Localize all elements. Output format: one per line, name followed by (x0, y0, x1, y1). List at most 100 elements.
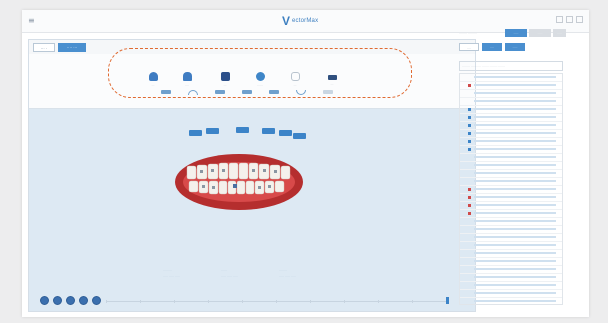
tool-bracket[interactable]: ··· (215, 72, 235, 87)
step-row[interactable] (460, 74, 562, 82)
step-row[interactable] (460, 234, 562, 242)
bell-icon (182, 72, 192, 81)
panel-button-primary[interactable]: ····· (505, 29, 527, 37)
step-bar (474, 292, 556, 294)
step-row[interactable] (460, 274, 562, 282)
step-bar (474, 156, 556, 158)
timeline-tick (174, 300, 175, 303)
step-row[interactable] (460, 298, 562, 304)
tab-second[interactable]: ···· ··· (58, 43, 86, 52)
view-front-icon[interactable] (161, 90, 171, 94)
close-icon[interactable] (576, 16, 583, 23)
step-bar (474, 180, 556, 182)
timeline-tick (310, 300, 311, 303)
step-bar (474, 124, 556, 126)
tool-label: ······ (257, 83, 263, 87)
ruler-icon (290, 72, 300, 81)
tooth-tag[interactable] (293, 133, 306, 139)
step-bar (474, 132, 556, 134)
step-row[interactable] (460, 282, 562, 290)
step-bar (474, 220, 556, 222)
view-reset-icon[interactable] (323, 90, 333, 94)
step-row[interactable] (460, 202, 562, 210)
step-row[interactable] (460, 122, 562, 130)
step-marker-icon (468, 140, 471, 143)
step-bar (474, 76, 556, 78)
tool-tooth-view[interactable]: ··· (143, 72, 163, 87)
view-bottom-icon[interactable] (296, 90, 306, 95)
maximize-icon[interactable] (566, 16, 573, 23)
step-bar (474, 244, 556, 246)
step-row[interactable] (460, 186, 562, 194)
step-row[interactable] (460, 242, 562, 250)
view-top-icon[interactable] (269, 90, 279, 94)
panel-tab[interactable]: ····· (505, 43, 525, 51)
playback-bar (28, 293, 476, 308)
minimize-icon[interactable] (556, 16, 563, 23)
step-row[interactable] (460, 258, 562, 266)
step-row[interactable] (460, 250, 562, 258)
menu-icon[interactable]: ≡ (28, 16, 35, 25)
play-icon[interactable] (66, 296, 75, 305)
step-row[interactable] (460, 130, 562, 138)
skip-back-icon[interactable] (40, 296, 49, 305)
step-bar (474, 236, 556, 238)
tool-bell[interactable]: ···· (177, 72, 197, 87)
timeline-track[interactable] (106, 300, 446, 303)
skip-forward-icon[interactable] (92, 296, 101, 305)
panel-button-disabled[interactable]: ····· (553, 29, 566, 37)
step-marker-icon (468, 212, 471, 215)
step-row[interactable] (460, 226, 562, 234)
panel-button-disabled[interactable]: ····· (529, 29, 551, 37)
tooth-tag[interactable] (189, 130, 202, 136)
steps-list[interactable] (459, 73, 563, 305)
step-row[interactable] (460, 178, 562, 186)
step-back-icon[interactable] (53, 296, 62, 305)
step-row[interactable] (460, 90, 562, 98)
info-legend: ········· ····· ····· ····· ······ ·····… (163, 268, 363, 288)
step-row[interactable] (460, 170, 562, 178)
steps-label: ········ ········· (459, 31, 477, 35)
step-bar (474, 276, 556, 278)
globe-icon (255, 72, 265, 81)
step-row[interactable] (460, 210, 562, 218)
step-row[interactable] (460, 106, 562, 114)
step-bar (474, 284, 556, 286)
dental-model[interactable] (171, 148, 307, 212)
step-forward-icon[interactable] (79, 296, 88, 305)
tooth-tag[interactable] (206, 128, 219, 134)
logo-mark: V (282, 14, 291, 28)
tooth-tag[interactable] (279, 130, 292, 136)
view-left-icon[interactable] (215, 90, 225, 94)
step-row[interactable] (460, 154, 562, 162)
step-bar (474, 172, 556, 174)
tab-first[interactable]: ··· · (33, 43, 55, 52)
step-row[interactable] (460, 162, 562, 170)
step-row[interactable] (460, 290, 562, 298)
legend-group: ········ ····· ····· ····· (279, 268, 296, 278)
step-row[interactable] (460, 82, 562, 90)
tool-label: ···· (185, 83, 189, 87)
step-row[interactable] (460, 194, 562, 202)
step-row[interactable] (460, 98, 562, 106)
tool-globe[interactable]: ······ (250, 72, 270, 87)
step-bar (474, 268, 556, 270)
step-row[interactable] (460, 138, 562, 146)
timeline-handle[interactable] (446, 297, 449, 304)
step-row[interactable] (460, 266, 562, 274)
step-row[interactable] (460, 218, 562, 226)
view-arch-icon[interactable] (188, 90, 198, 95)
tool-ruler[interactable]: ··· (285, 72, 305, 87)
tool-film[interactable]: ··· (322, 72, 342, 86)
panel-tab[interactable]: ···· (459, 43, 479, 51)
panel-tab[interactable]: ···· (482, 43, 502, 51)
view-right-icon[interactable] (242, 90, 252, 94)
tooth-tag[interactable] (236, 127, 249, 133)
step-bar (474, 188, 556, 190)
tooth-tag[interactable] (262, 128, 275, 134)
step-row[interactable] (460, 114, 562, 122)
step-row[interactable] (460, 146, 562, 154)
timeline-tick (140, 300, 141, 303)
tooth-view-icon (148, 72, 158, 81)
viewer-tab-bar: ··· · ···· ··· (29, 40, 475, 54)
